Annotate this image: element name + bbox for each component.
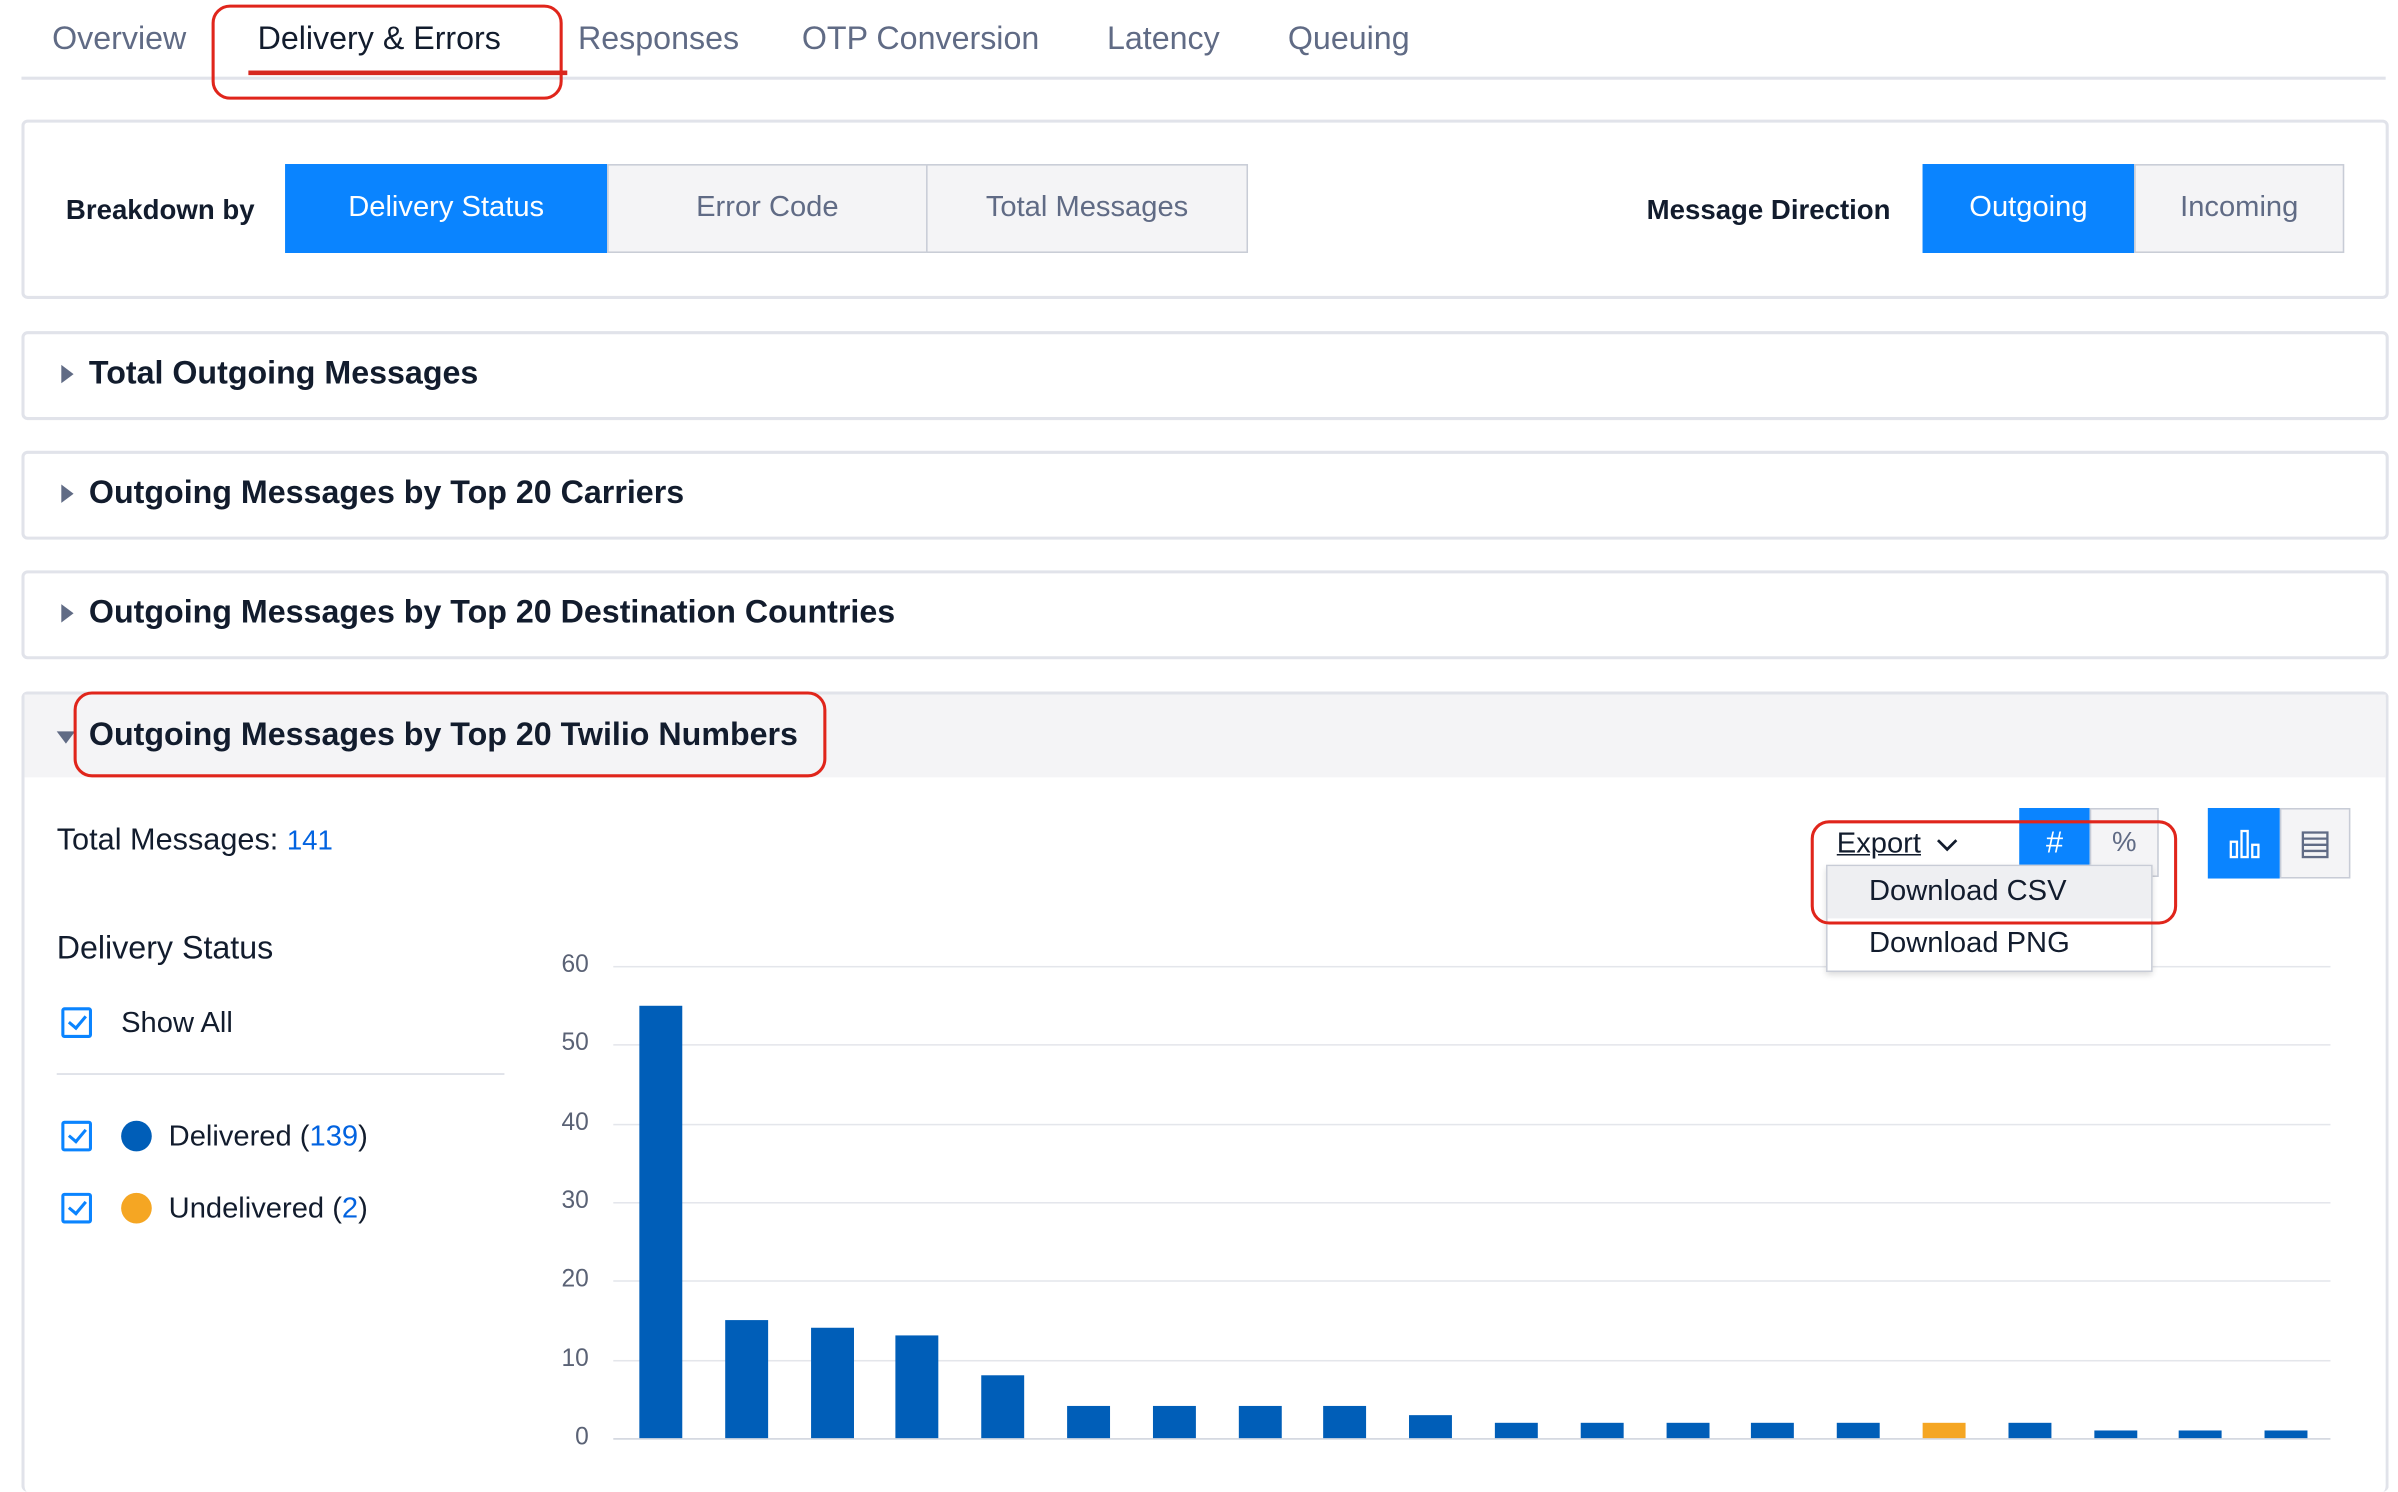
section-highlight-annotation bbox=[73, 691, 827, 778]
bar-delivered-18[interactable] bbox=[2093, 1430, 2137, 1439]
section-total-outgoing[interactable]: Total Outgoing Messages bbox=[21, 331, 2389, 421]
total-messages-value: 141 bbox=[286, 824, 333, 856]
bar-delivered-13[interactable] bbox=[1665, 1422, 1709, 1439]
table-view-button[interactable] bbox=[2279, 807, 2351, 879]
y-tick-label: 20 bbox=[561, 1266, 589, 1293]
tab-latency[interactable]: Latency bbox=[1107, 21, 1220, 58]
section-title: Total Outgoing Messages bbox=[88, 355, 479, 391]
legend-delivered: Delivered (139) bbox=[169, 1121, 368, 1155]
direction-outgoing-button[interactable]: Outgoing bbox=[1922, 164, 2135, 253]
legend-paren: ) bbox=[358, 1120, 368, 1153]
bar-delivered-17[interactable] bbox=[2008, 1422, 2052, 1439]
legend-paren: ) bbox=[358, 1192, 368, 1226]
bar-delivered-6[interactable] bbox=[1067, 1406, 1111, 1439]
delivered-color-dot bbox=[121, 1120, 152, 1152]
section-title: Outgoing Messages by Top 20 Carriers bbox=[88, 475, 685, 511]
bar-delivered-1[interactable] bbox=[639, 1005, 683, 1439]
tab-responses[interactable]: Responses bbox=[578, 21, 739, 58]
undelivered-checkbox[interactable] bbox=[61, 1192, 92, 1224]
y-tick-label: 0 bbox=[575, 1424, 589, 1451]
legend-undelivered-label: Undelivered ( bbox=[168, 1192, 342, 1226]
tab-queuing[interactable]: Queuing bbox=[1288, 21, 1410, 58]
bar-delivered-12[interactable] bbox=[1580, 1422, 1624, 1439]
y-tick-label: 40 bbox=[561, 1109, 589, 1136]
y-tick-label: 30 bbox=[561, 1188, 589, 1215]
bar-delivered-3[interactable] bbox=[810, 1327, 854, 1439]
breakdown-card: Breakdown by Delivery Status Error Code … bbox=[21, 119, 2389, 299]
delivered-checkbox[interactable] bbox=[61, 1120, 92, 1152]
breakdown-total-messages-button[interactable]: Total Messages bbox=[926, 164, 1249, 253]
legend-undelivered: Undelivered (2) bbox=[169, 1193, 368, 1227]
y-tick-label: 60 bbox=[561, 952, 589, 979]
total-messages-label: Total Messages: bbox=[56, 823, 279, 858]
direction-label: Message Direction bbox=[1646, 194, 1891, 226]
gridline bbox=[613, 1359, 2331, 1361]
bar-delivered-2[interactable] bbox=[724, 1320, 768, 1439]
bar-delivered-5[interactable] bbox=[981, 1375, 1025, 1439]
tab-otp-conversion[interactable]: OTP Conversion bbox=[802, 21, 1039, 58]
bar-delivered-11[interactable] bbox=[1494, 1422, 1538, 1439]
bar-undelivered-16[interactable] bbox=[1922, 1422, 1966, 1439]
download-png-item[interactable]: Download PNG bbox=[1828, 918, 2152, 970]
section-title: Outgoing Messages by Top 20 Destination … bbox=[88, 594, 896, 631]
breakdown-error-code-button[interactable]: Error Code bbox=[607, 164, 928, 253]
show-all-label: Show All bbox=[121, 1007, 233, 1040]
breakdown-delivery-status-button[interactable]: Delivery Status bbox=[285, 164, 608, 253]
page: Overview Delivery & Errors Responses OTP… bbox=[0, 0, 2398, 1492]
y-tick-label: 10 bbox=[561, 1345, 589, 1372]
section-top-countries[interactable]: Outgoing Messages by Top 20 Destination … bbox=[21, 570, 2389, 660]
gridline bbox=[613, 1438, 2331, 1440]
caret-right-icon bbox=[61, 604, 74, 623]
total-messages: Total Messages: 141 bbox=[57, 823, 333, 858]
gridline bbox=[613, 1044, 2331, 1047]
chart-view-button[interactable] bbox=[2207, 807, 2280, 879]
legend-undelivered-count[interactable]: 2 bbox=[342, 1193, 358, 1225]
export-highlight-annotation bbox=[1810, 820, 2178, 925]
bar-delivered-14[interactable] bbox=[1751, 1422, 1795, 1439]
section-top-carriers[interactable]: Outgoing Messages by Top 20 Carriers bbox=[21, 450, 2389, 540]
show-all-checkbox[interactable] bbox=[61, 1007, 92, 1038]
bar-delivered-8[interactable] bbox=[1238, 1406, 1282, 1439]
undelivered-color-dot bbox=[121, 1192, 152, 1224]
bar-delivered-15[interactable] bbox=[1837, 1422, 1880, 1439]
legend-delivered-count[interactable]: 139 bbox=[310, 1121, 359, 1153]
direction-incoming-button[interactable]: Incoming bbox=[2134, 164, 2345, 253]
gridline bbox=[613, 1123, 2331, 1125]
legend-delivered-label: Delivered ( bbox=[168, 1120, 310, 1153]
bar-delivered-7[interactable] bbox=[1152, 1406, 1196, 1439]
legend-divider bbox=[56, 1073, 505, 1075]
bar-delivered-20[interactable] bbox=[2264, 1430, 2308, 1439]
caret-right-icon bbox=[61, 364, 74, 384]
y-tick-label: 50 bbox=[561, 1030, 589, 1057]
breakdown-label: Breakdown by bbox=[65, 194, 255, 226]
gridline bbox=[613, 1280, 2331, 1283]
bar-chart-icon bbox=[2229, 829, 2260, 859]
caret-down-icon bbox=[56, 731, 76, 744]
bar-delivered-4[interactable] bbox=[895, 1335, 939, 1439]
bar-delivered-9[interactable] bbox=[1323, 1406, 1367, 1439]
tab-overview[interactable]: Overview bbox=[52, 21, 186, 58]
table-icon bbox=[2301, 831, 2329, 859]
tab-highlight-annotation bbox=[211, 4, 563, 100]
bar-delivered-10[interactable] bbox=[1409, 1414, 1453, 1439]
caret-right-icon bbox=[61, 484, 74, 503]
bar-delivered-19[interactable] bbox=[2179, 1430, 2223, 1439]
gridline bbox=[613, 1202, 2331, 1204]
legend-title: Delivery Status bbox=[56, 930, 274, 966]
